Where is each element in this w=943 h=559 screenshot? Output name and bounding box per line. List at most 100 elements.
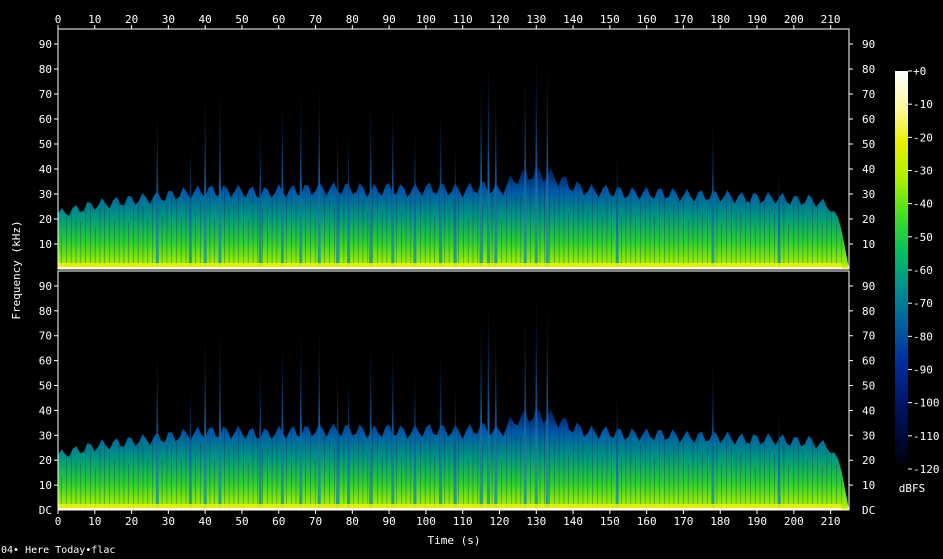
colorbar-tick-label: -70 [913,297,933,310]
x-tick-label-top: 0 [55,13,62,26]
y-tick-label-left: 50 [39,138,52,151]
y-tick-label-right: 30 [862,188,875,201]
y-tick-label-right: 70 [862,88,875,101]
y-tick-label-right: 70 [862,330,875,343]
y-tick-label-right: 80 [862,63,875,76]
channel-2-transient-peak [258,348,262,510]
y-tick-label-dc: DC [862,504,875,517]
y-tick-label-left: 60 [39,355,52,368]
channel-1-transient-peak [218,69,222,269]
colorbar-tick-label: -100 [913,397,940,410]
x-tick-label-bottom: 170 [674,515,694,528]
channel-1-transient-peak [479,56,483,269]
y-tick-label-right: 60 [862,113,875,126]
x-tick-label-bottom: 30 [162,515,175,528]
x-tick-label-top: 120 [490,13,510,26]
channel-1-transient-peak [203,74,207,269]
colorbar-label: dBFS [899,482,926,495]
x-tick-label-bottom: 0 [55,515,62,528]
y-tick-label-right: 50 [862,380,875,393]
y-tick-label-left: 70 [39,88,52,101]
colorbar-tick-label: -30 [913,165,933,178]
y-tick-label-left: 40 [39,163,52,176]
channel-1-transient-peak [486,39,491,269]
x-tick-label-bottom: 200 [784,515,804,528]
x-tick-label-top: 160 [637,13,657,26]
y-tick-label-left: 10 [39,238,52,251]
colorbar-tick-label: -80 [913,330,933,343]
colorbar-tick-label: -60 [913,264,933,277]
x-tick-label-top: 130 [526,13,546,26]
channel-2-transient-peak [317,305,321,510]
y-tick-label-left: 90 [39,38,52,51]
y-tick-label-left: 40 [39,404,52,417]
channel-2-transient-peak [439,335,443,510]
colorbar-tick-label: -10 [913,98,933,111]
y-axis-label: Frequency (kHz) [10,220,23,319]
x-tick-label-bottom: 10 [88,515,101,528]
channel-1-transient-peak [155,94,159,269]
x-tick-label-top: 110 [453,13,473,26]
x-tick-label-top: 70 [309,13,322,26]
channel-2-transient-peak [155,335,159,510]
x-tick-label-bottom: 90 [382,515,395,528]
y-tick-label-left: 20 [39,213,52,226]
channel-2-transient-peak [479,298,483,510]
channel-2-transient-peak [391,328,395,510]
x-axis-top: 0 10 20 30 40 50 60 70 80 90 100 110 120 130 140 150 160… [55,13,841,29]
x-tick-label-top: 30 [162,13,175,26]
x-tick-label-bottom: 70 [309,515,322,528]
x-tick-label-top: 10 [88,13,101,26]
channel-2-transient-peak [369,323,373,510]
x-tick-label-top: 40 [199,13,212,26]
channel-2-transient-peak [280,323,284,510]
x-tick-label-top: 140 [563,13,583,26]
colorbar-tick-label: +0 [913,65,926,78]
x-tick-label-bottom: 60 [272,515,285,528]
channel-2-transient-peak [494,310,498,510]
x-tick-label-top: 170 [674,13,694,26]
y-tick-label-left: 90 [39,280,52,293]
spectrogram-chart: 0 10 20 30 40 50 60 70 80 90 100 110 120 130 140 150 160… [10,13,940,547]
y-tick-label-right: 90 [862,38,875,51]
colorbar [895,71,908,469]
channel-2-transient-peak [523,290,527,510]
colorbar-tick-label: -90 [913,364,933,377]
channel-2-transient-peak [218,310,222,510]
x-tick-label-bottom: 210 [821,515,841,528]
x-tick-label-top: 90 [382,13,395,26]
colorbar-ticks: +0 -10 -20 -30 -40 -50 -60 -70 -80 -90 -100 -110 -12… [908,65,940,476]
channel-2-transient-peak [299,310,303,510]
x-tick-label-bottom: 190 [747,515,767,528]
y-tick-label-left: 60 [39,113,52,126]
channel-1-transient-peak [299,69,303,269]
x-tick-label-bottom: 120 [490,515,510,528]
channel-1-transient-peak [494,69,498,269]
y-tick-label-right: 20 [862,454,875,467]
y-tick-label-right: 40 [862,163,875,176]
x-tick-label-top: 60 [272,13,285,26]
y-tick-label-left: 50 [39,380,52,393]
y-tick-label-right: 30 [862,429,875,442]
channel-2-panel [58,273,849,510]
channel-1-transient-peak [317,64,321,269]
x-tick-label-bottom: 40 [199,515,212,528]
file-name: 04• Here Today•flac [1,545,116,556]
colorbar-tick-label: -110 [913,430,940,443]
channel-1-transient-peak [523,49,527,269]
y-tick-label-right: 80 [862,305,875,318]
y-tick-label-right: 40 [862,404,875,417]
y-tick-label-right: 90 [862,280,875,293]
x-tick-label-bottom: 140 [563,515,583,528]
channel-1-transient-peak [439,94,443,269]
channel-2-transient-peak [711,348,715,510]
colorbar-tick-label: -40 [913,198,933,211]
x-axis-label: Time (s) [428,534,481,547]
channel-2-transient-peak [486,281,491,510]
x-tick-label-bottom: 110 [453,515,473,528]
x-tick-label-top: 210 [821,13,841,26]
x-tick-label-bottom: 20 [125,515,138,528]
channel-1-transient-peak [369,81,373,269]
x-tick-label-top: 190 [747,13,767,26]
y-tick-label-left: 30 [39,429,52,442]
